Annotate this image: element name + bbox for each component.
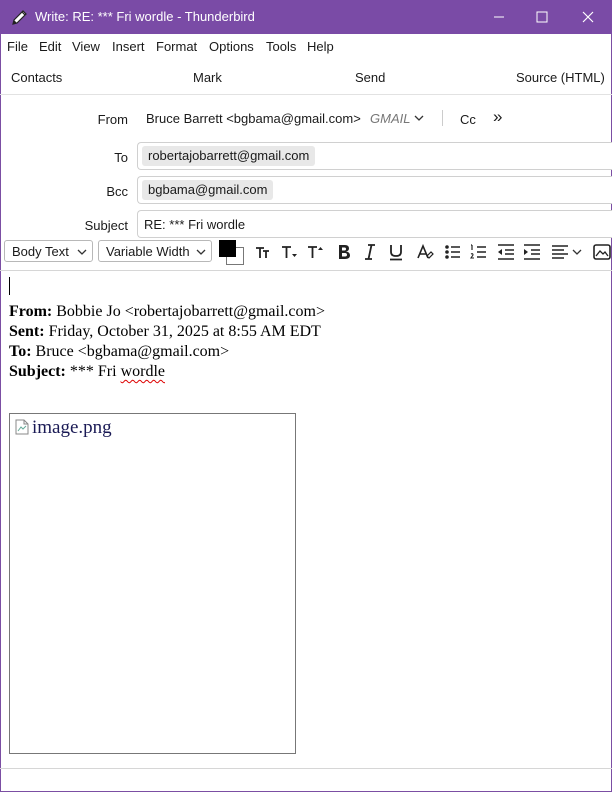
- quoted-subject-key: Subject:: [9, 363, 66, 380]
- mark-button[interactable]: Mark: [193, 70, 222, 85]
- text-style-icon: [417, 243, 434, 259]
- paragraph-format-select[interactable]: Body Text: [4, 240, 93, 262]
- smaller-font-button[interactable]: [251, 240, 275, 264]
- minimize-icon: [494, 16, 504, 18]
- to-label: To: [114, 150, 128, 165]
- font-select[interactable]: Variable Width: [98, 240, 212, 262]
- quoted-to-value: Bruce <bgbama@gmail.com>: [31, 343, 230, 360]
- indent-button[interactable]: [520, 240, 544, 264]
- quoted-from-value: Bobbie Jo <robertajobarrett@gmail.com>: [52, 303, 325, 320]
- message-body-editor[interactable]: From: Bobbie Jo <robertajobarrett@gmail.…: [0, 270, 612, 771]
- maximize-icon: [536, 11, 548, 23]
- font-size-down-icon: [282, 246, 297, 258]
- bcc-label: Bcc: [106, 184, 128, 199]
- align-button[interactable]: [549, 240, 585, 264]
- numbered-list-icon: [469, 244, 486, 259]
- menu-edit[interactable]: Edit: [39, 39, 61, 54]
- menu-options[interactable]: Options: [209, 39, 254, 54]
- from-account: GMAIL: [370, 111, 411, 126]
- text-color-picker[interactable]: [218, 240, 246, 266]
- font-size-up-icon: [308, 246, 323, 258]
- font-size-down-button[interactable]: [277, 240, 301, 264]
- from-label: From: [97, 112, 128, 127]
- indent-icon: [524, 244, 540, 260]
- more-recipients-button[interactable]: »: [493, 107, 502, 127]
- quoted-sent-key: Sent:: [9, 323, 45, 340]
- insert-image-icon: [593, 244, 611, 260]
- window-title: Write: RE: *** Fri wordle - Thunderbird: [35, 9, 255, 24]
- italic-button[interactable]: [358, 240, 382, 264]
- subject-label: Subject: [84, 218, 128, 233]
- image-placeholder[interactable]: image.png: [9, 413, 296, 754]
- broken-image-icon: [15, 419, 29, 435]
- recipient-pill[interactable]: robertajobarrett@gmail.com: [142, 146, 316, 166]
- font-value: Variable Width: [106, 244, 190, 259]
- source-html-button[interactable]: Source (HTML): [516, 70, 605, 85]
- quoted-sent-line: Sent: Friday, October 31, 2025 at 8:55 A…: [9, 322, 325, 342]
- quoted-subject-line: Subject: *** Fri wordle: [9, 362, 325, 382]
- misspelled-word[interactable]: wordle: [121, 363, 165, 380]
- send-button[interactable]: Send: [355, 70, 385, 85]
- bullet-list-button[interactable]: [441, 240, 465, 264]
- underline-icon: [390, 245, 402, 261]
- bcc-field[interactable]: bgbama@gmail.com: [137, 176, 612, 204]
- menu-file[interactable]: File: [7, 39, 28, 54]
- menu-insert[interactable]: Insert: [112, 39, 145, 54]
- title-bar[interactable]: Write: RE: *** Fri wordle - Thunderbird: [0, 0, 612, 34]
- quoted-subject-value: *** Fri: [65, 363, 121, 380]
- outdent-button[interactable]: [494, 240, 518, 264]
- italic-icon: [365, 244, 375, 260]
- format-toolbar: Body Text Variable Width: [0, 238, 612, 268]
- to-field[interactable]: robertajobarrett@gmail.com: [137, 142, 612, 170]
- bullet-list-icon: [445, 245, 460, 259]
- maximize-button[interactable]: [519, 0, 565, 34]
- numbered-list-button[interactable]: [467, 240, 491, 264]
- recipient-pill[interactable]: bgbama@gmail.com: [142, 180, 274, 200]
- menu-view[interactable]: View: [72, 39, 100, 54]
- compose-toolbar: Contacts Mark Send Source (HTML): [0, 62, 612, 95]
- align-left-icon: [552, 245, 582, 259]
- quoted-sent-value: Friday, October 31, 2025 at 8:55 AM EDT: [44, 323, 321, 340]
- menu-bar: File Edit View Insert Format Options Too…: [0, 35, 612, 57]
- close-button[interactable]: [565, 0, 611, 34]
- quoted-to-key: To:: [9, 343, 32, 360]
- subject-field[interactable]: RE: *** Fri wordle: [137, 210, 612, 238]
- cc-button[interactable]: Cc: [460, 112, 476, 127]
- font-size-up-button[interactable]: [303, 240, 327, 264]
- chevron-down-icon[interactable]: [413, 112, 425, 124]
- chevron-down-icon: [196, 249, 206, 255]
- underline-button[interactable]: [384, 240, 408, 264]
- bold-button[interactable]: [332, 240, 356, 264]
- subject-text: RE: *** Fri wordle: [144, 217, 246, 232]
- quoted-header: From: Bobbie Jo <robertajobarrett@gmail.…: [9, 302, 325, 382]
- status-bar-divider: [0, 768, 612, 769]
- bold-icon: [339, 245, 350, 259]
- from-identity[interactable]: Bruce Barrett <bgbama@gmail.com>: [146, 111, 361, 126]
- quoted-from-key: From:: [9, 303, 53, 320]
- minimize-button[interactable]: [476, 0, 522, 34]
- image-alt-text: image.png: [32, 417, 112, 438]
- menu-tools[interactable]: Tools: [266, 39, 296, 54]
- quoted-from-line: From: Bobbie Jo <robertajobarrett@gmail.…: [9, 302, 325, 322]
- insert-button[interactable]: [590, 240, 612, 264]
- paragraph-format-value: Body Text: [12, 244, 69, 259]
- text-caret: [9, 277, 10, 295]
- menu-format[interactable]: Format: [156, 39, 197, 54]
- pencil-icon: [12, 10, 27, 25]
- quoted-to-line: To: Bruce <bgbama@gmail.com>: [9, 342, 325, 362]
- close-icon: [582, 11, 594, 23]
- divider: [442, 110, 443, 126]
- menu-help[interactable]: Help: [307, 39, 334, 54]
- text-color-swatch: [219, 240, 236, 257]
- chevron-down-icon: [77, 249, 87, 255]
- contacts-button[interactable]: Contacts: [11, 70, 62, 85]
- font-smaller-icon: [256, 247, 269, 258]
- text-style-button[interactable]: [413, 240, 437, 264]
- outdent-icon: [498, 244, 514, 260]
